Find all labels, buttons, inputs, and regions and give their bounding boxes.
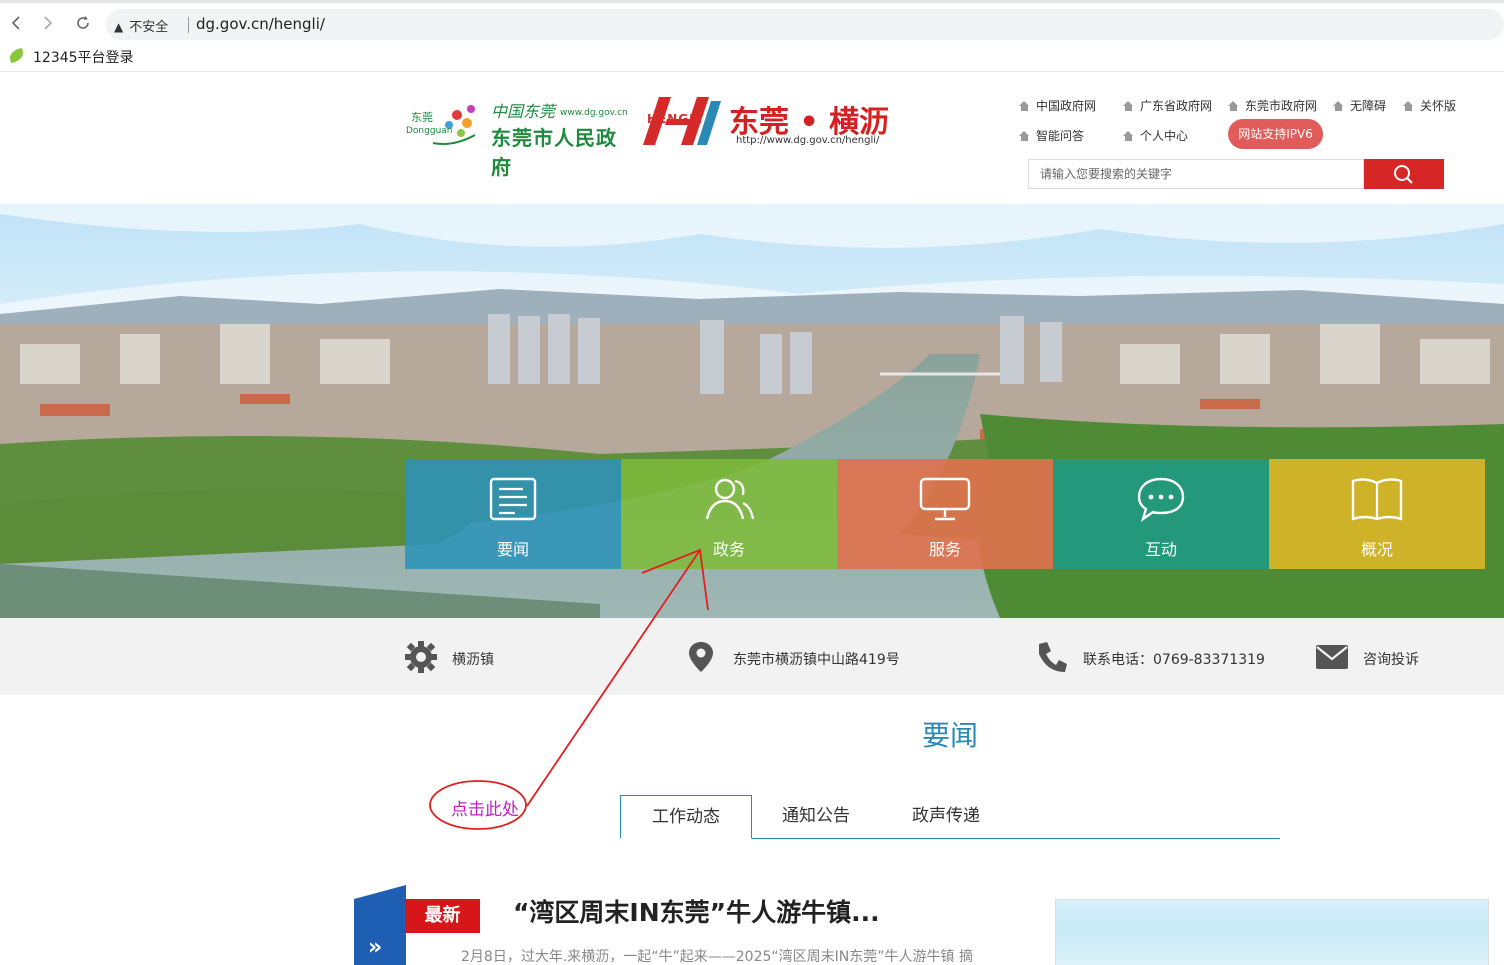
tile-interaction-label: 互动 xyxy=(1144,540,1177,559)
link-label: 广东省政府网 xyxy=(1140,99,1213,113)
info-complaint-text[interactable]: 咨询投诉 xyxy=(1363,649,1419,669)
tile-overview[interactable]: 概况 xyxy=(1269,459,1485,569)
hengli-mark-text: HENGLI xyxy=(647,112,704,126)
svg-text:Dongguan: Dongguan xyxy=(406,126,453,136)
link-gov-china[interactable]: 中国政府网 xyxy=(1019,97,1096,114)
users-icon xyxy=(705,478,755,520)
book-icon xyxy=(1351,478,1403,521)
home-icon xyxy=(1123,101,1134,111)
home-icon xyxy=(1228,101,1239,111)
news-icon xyxy=(489,477,537,521)
latest-badge: 最新 xyxy=(405,899,480,933)
tile-government-affairs-label: 政务 xyxy=(712,540,745,559)
tab-notices[interactable]: 通知公告 xyxy=(766,795,866,839)
link-label: 关怀版 xyxy=(1420,99,1457,113)
security-label: 不安全 xyxy=(129,20,169,35)
link-personal-center[interactable]: 个人中心 xyxy=(1123,127,1188,144)
gear-icon xyxy=(405,641,437,673)
link-label: 无障碍 xyxy=(1350,99,1387,113)
tile-news[interactable]: 要闻 xyxy=(405,459,621,569)
url-text[interactable]: dg.gov.cn/hengli/ xyxy=(196,15,325,33)
latest-arrow-block: » xyxy=(354,885,406,965)
bookmarks-bar: 12345平台登录 xyxy=(0,42,1504,72)
link-accessibility[interactable]: 无障碍 xyxy=(1333,97,1386,114)
link-gov-guangdong[interactable]: 广东省政府网 xyxy=(1123,97,1212,114)
chat-icon xyxy=(1137,477,1185,522)
tile-services-label: 服务 xyxy=(928,540,961,559)
search-input[interactable]: 请输入您要搜索的关键字 xyxy=(1028,159,1364,189)
annotation-click-here: 点击此处 xyxy=(451,800,519,820)
home-icon xyxy=(1333,101,1344,111)
hengli-logo[interactable]: HENGLI 东莞 • 横沥 http://www.dg.gov.cn/heng… xyxy=(641,95,889,150)
info-town-text: 横沥镇 xyxy=(452,652,494,668)
logo-hengli-url: http://www.dg.gov.cn/hengli/ xyxy=(736,135,880,146)
tile-government-affairs[interactable]: 政务 xyxy=(621,459,837,569)
phone-icon xyxy=(1039,642,1067,672)
url-divider xyxy=(188,17,189,33)
home-icon xyxy=(1019,101,1030,111)
location-pin-icon xyxy=(689,642,713,672)
info-phone-text: 联系电话：0769-83371319 xyxy=(1083,652,1265,668)
double-chevron-icon: » xyxy=(368,935,383,960)
tile-news-label: 要闻 xyxy=(496,540,529,559)
tile-interaction[interactable]: 互动 xyxy=(1053,459,1269,569)
link-label: 中国政府网 xyxy=(1036,99,1097,113)
svg-text:东莞: 东莞 xyxy=(411,111,433,124)
section-title-news: 要闻 xyxy=(921,719,978,752)
logo-dg-line1: 中国东莞 xyxy=(491,102,556,121)
dongguan-gov-logo[interactable]: 东莞 Dongguan 中国东莞 www.dg.gov.cn 东莞市人民政府 xyxy=(405,95,630,179)
reload-icon[interactable] xyxy=(73,13,93,33)
leaf-icon xyxy=(7,47,26,64)
link-gov-dongguan[interactable]: 东莞市政府网 xyxy=(1228,97,1317,114)
monitor-icon xyxy=(919,477,971,521)
page-root: ▲ 不安全 dg.gov.cn/hengli/ 12345平台登录 东莞 Dong… xyxy=(0,0,1504,965)
news-thumbnail[interactable] xyxy=(1055,899,1489,965)
link-label: 东莞市政府网 xyxy=(1245,99,1318,113)
home-icon xyxy=(1123,131,1134,141)
back-arrow-icon[interactable] xyxy=(6,13,26,33)
news-tabs: 工作动态 通知公告 政声传递 xyxy=(620,795,1280,839)
security-warning[interactable]: ▲ 不安全 xyxy=(114,16,168,35)
mail-icon xyxy=(1316,645,1348,669)
link-smart-qa[interactable]: 智能问答 xyxy=(1019,127,1084,144)
search-icon xyxy=(1394,165,1413,184)
tile-services[interactable]: 服务 xyxy=(837,459,1053,569)
home-icon xyxy=(1403,101,1414,111)
bookmark-12345[interactable]: 12345平台登录 xyxy=(33,47,134,67)
home-icon xyxy=(1019,131,1030,141)
logo-dg-url: www.dg.gov.cn xyxy=(560,108,628,118)
tab-work-updates[interactable]: 工作动态 xyxy=(620,795,752,839)
logo-dg-line2: 东莞市人民政府 xyxy=(491,126,617,179)
url-field[interactable]: ▲ 不安全 dg.gov.cn/hengli/ xyxy=(106,9,1504,40)
forward-arrow-icon[interactable] xyxy=(38,13,58,33)
warning-icon: ▲ xyxy=(114,20,124,34)
news-summary: 2月8日，过大年.来横沥，一起“牛”起来——2025“湾区周末IN东莞”牛人游牛… xyxy=(461,949,973,965)
tile-overview-label: 概况 xyxy=(1360,540,1393,559)
link-label: 智能问答 xyxy=(1036,129,1085,143)
tab-policy-voice[interactable]: 政声传递 xyxy=(896,795,996,839)
link-label: 个人中心 xyxy=(1140,129,1189,143)
browser-address-bar: ▲ 不安全 dg.gov.cn/hengli/ xyxy=(0,0,1504,42)
info-address-text: 东莞市横沥镇中山路419号 xyxy=(733,652,900,668)
ipv6-badge[interactable]: 网站支持IPV6 xyxy=(1228,119,1323,149)
dongguan-emblem-icon: 东莞 Dongguan xyxy=(406,105,476,145)
news-headline[interactable]: “湾区周末IN东莞”牛人游牛镇... xyxy=(513,893,880,929)
info-bar: 横沥镇 东莞市横沥镇中山路419号 联系电话：0769-83371319 咨询投… xyxy=(0,618,1504,695)
link-care-version[interactable]: 关怀版 xyxy=(1403,97,1456,114)
search-button[interactable] xyxy=(1364,159,1444,189)
